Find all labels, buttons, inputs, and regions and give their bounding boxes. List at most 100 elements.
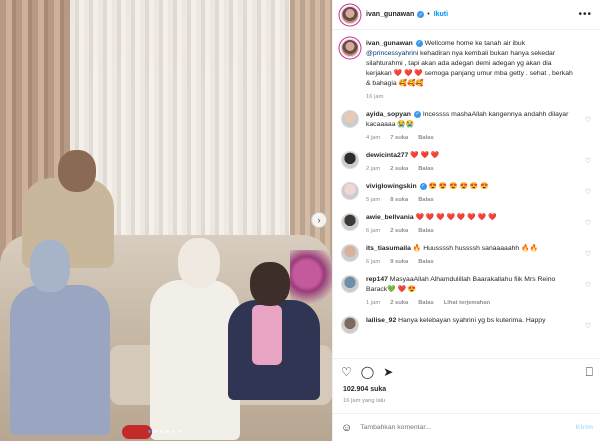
verified-badge-icon: ✓ [415,39,423,47]
comment-item: lailise_92 Hanya kelebayan syahrini yg b… [341,316,593,334]
add-comment-bar: ☺ Kirim [333,413,600,441]
comment-likes[interactable]: 2 suka [390,164,408,174]
comment-reply-button[interactable]: Balas [418,298,433,308]
person-navy-jacket-head [250,262,290,306]
like-heart-icon[interactable]: ♡ [341,366,352,378]
comment-input[interactable] [360,424,576,431]
comment-text: MasyaaAllah Alhamdulillah Baarakallahu f… [366,276,556,293]
comment-bubble-icon[interactable]: ◯ [361,366,374,378]
comment-like-heart-icon[interactable]: ♡ [585,157,591,165]
comment-item: dewicinta277 ❤️ ❤️ ❤️ 2 jam 2 suka Balas ♡ [341,151,593,174]
comment-time: 2 jam [366,166,381,172]
separator-dot: • [427,11,430,18]
comment-likes[interactable]: 2 suka [390,226,408,236]
person-white-outfit-body [150,280,240,440]
comment-username[interactable]: lailise_92 [366,317,396,324]
caption-hearts: ❤️ ❤️ ❤️ [393,70,423,77]
comment-username[interactable]: ayida_sopyan [366,111,411,118]
comment-like-heart-icon[interactable]: ♡ [585,322,591,330]
comment-text: Hanya kelebayan syahrini yg bs kuterima.… [396,317,546,324]
comment-likes[interactable]: 8 suka [390,195,408,205]
comment-text: 🔥 Huussssh hussssh sanaaaaahh 🔥🔥 [410,245,538,252]
caption-username[interactable]: ivan_gunawan [366,40,413,47]
comment-avatar[interactable] [341,182,359,200]
post-comment-button[interactable]: Kirim [576,424,593,431]
comment-avatar[interactable] [341,316,359,334]
person-standing-head [58,150,96,192]
author-username[interactable]: ivan_gunawan [366,11,414,18]
carousel-dot [160,430,163,433]
carousel-dot [154,430,157,433]
post-header: ivan_gunawan ✓ • Ikuti ••• [333,0,600,30]
carousel-dots [148,430,181,433]
comment-avatar[interactable] [341,275,359,293]
likes-count[interactable]: 102.904 suka [343,386,386,393]
emoji-smile-icon[interactable]: ☺ [341,422,352,434]
carousel-dot [166,430,169,433]
share-send-icon[interactable]: ➤ [383,366,393,378]
follow-button[interactable]: Ikuti [434,11,448,18]
comment-item: awie_bellvania ❤️ ❤️ ❤️ ❤️ ❤️ ❤️ ❤️ ❤️ 6 … [341,213,593,236]
caption-mention[interactable]: @princessyahrini [366,50,418,57]
bookmark-icon[interactable]: ⎕ [586,366,593,378]
comment-reply-button[interactable]: Balas [418,164,433,174]
verified-badge-icon: ✓ [413,110,421,118]
verified-badge-icon: ✓ [419,182,427,190]
comment-avatar[interactable] [341,244,359,262]
comment-reply-button[interactable]: Balas [418,195,433,205]
carousel-dot [148,430,151,433]
comment-likes[interactable]: 7 suka [390,133,408,143]
post-photo[interactable]: › [0,0,332,441]
comment-avatar[interactable] [341,151,359,169]
person-scarf [252,305,282,365]
caption-avatar[interactable] [341,39,359,57]
comment-text: ❤️ ❤️ ❤️ [408,152,440,159]
caption: ivan_gunawan ✓ Wellcome home ke tanah air… [341,39,593,102]
comment-like-heart-icon[interactable]: ♡ [585,219,591,227]
more-options-icon[interactable]: ••• [578,9,592,20]
chevron-right-icon: › [317,215,321,225]
comment-reply-button[interactable]: Balas [418,226,433,236]
comment-reply-button[interactable]: Balas [418,257,433,267]
comment-like-heart-icon[interactable]: ♡ [585,250,591,258]
comment-time: 4 jam [366,135,381,141]
comment-avatar[interactable] [341,110,359,128]
comment-like-heart-icon[interactable]: ♡ [585,188,591,196]
carousel-dot [172,430,175,433]
comment-avatar[interactable] [341,213,359,231]
comment-translate-button[interactable]: Lihat terjemahan [444,298,490,308]
comment-username[interactable]: rep147 [366,276,388,283]
person-white-outfit-head [178,238,220,288]
person-hijab-blue-body [10,285,110,435]
action-bar: ♡ ◯ ➤ ⎕ [333,358,600,384]
next-photo-button[interactable]: › [311,212,327,228]
comments-list[interactable]: ivan_gunawan ✓ Wellcome home ke tanah air… [333,31,600,357]
comment-text: ❤️ ❤️ ❤️ ❤️ ❤️ ❤️ ❤️ ❤️ [413,214,497,221]
comment-item: ayida_sopyan ✓ Incessss mashaAllah kangen… [341,110,593,143]
comment-likes[interactable]: 2 suka [390,298,408,308]
post-side-panel: ivan_gunawan ✓ • Ikuti ••• ivan_gunawan ✓… [332,0,600,441]
comment-time: 6 jam [366,259,381,265]
post-time-ago: 16 jam yang lalu [343,398,386,404]
verified-badge-icon: ✓ [417,11,425,18]
comment-text: 😍 😍 😍 😍 😍 😍 [426,183,489,190]
comment-like-heart-icon[interactable]: ♡ [585,116,591,124]
comment-time: 1 jam [366,300,381,306]
comment-username[interactable]: awie_bellvania [366,214,414,221]
comment-container: ayida_sopyan ✓ Incessss mashaAllah kangen… [341,110,593,334]
carousel-dot [178,430,181,433]
caption-time: 16 jam [366,94,384,100]
comment-like-heart-icon[interactable]: ♡ [585,281,591,289]
comment-time: 6 jam [366,228,381,234]
author-avatar[interactable] [341,5,359,24]
comment-username[interactable]: its_tiasumaila [366,245,411,252]
comment-username[interactable]: dewicinta277 [366,152,408,159]
caption-text-1: Wellcome home ke tanah air ibuk [422,40,526,47]
comment-time: 5 jam [366,197,381,203]
comment-likes[interactable]: 9 suka [390,257,408,267]
person-hijab-blue-head [30,240,70,292]
comment-reply-button[interactable]: Balas [418,133,433,143]
comment-username[interactable]: viviglowingskin [366,183,417,190]
comment-item: its_tiasumaila 🔥 Huussssh hussssh sanaaa… [341,244,593,267]
comment-item: viviglowingskin ✓ 😍 😍 😍 😍 😍 😍 5 jam 8 suka B… [341,182,593,205]
